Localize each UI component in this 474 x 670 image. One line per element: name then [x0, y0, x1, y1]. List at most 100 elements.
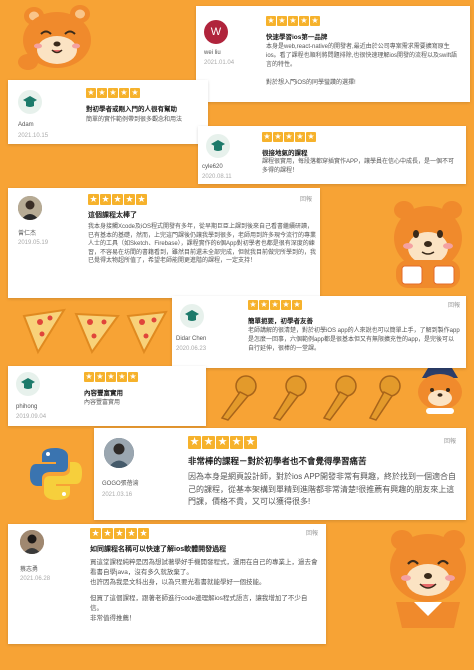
star-icon: ★: [284, 132, 294, 142]
star-rating: ★ ★ ★ ★ ★: [188, 436, 257, 449]
review-card: 蔡志勇 2021.06.28 回報 ★ ★ ★ ★ ★ 如同課程名稱可以快速了解ios軟…: [8, 524, 326, 644]
star-icon: ★: [90, 528, 101, 539]
reviewer-name: 蔡志勇: [20, 567, 39, 573]
star-icon: ★: [86, 88, 96, 98]
review-title: 非常棒的課程－對於初學者也不會覺得學習痛苦: [188, 456, 367, 466]
reviewer-name: cyle620: [202, 164, 223, 170]
avatar: [18, 196, 42, 220]
star-icon: ★: [288, 16, 298, 26]
person-photo-icon: [20, 530, 44, 554]
review-body: 課程很實用，每段落都穿插實作APP，讓學員在信心中成長，是一個不可多得的課程！: [262, 159, 455, 174]
reviewer-name: Adam: [18, 122, 34, 128]
star-icon: ★: [295, 132, 305, 142]
star-icon: ★: [106, 372, 116, 382]
review-date: 2021.10.15: [18, 133, 49, 139]
avatar: W: [204, 20, 228, 44]
review-date: 2021.03.16: [102, 492, 133, 498]
star-icon: ★: [136, 194, 147, 205]
star-icon: ★: [97, 88, 107, 98]
star-icon: ★: [130, 88, 140, 98]
review-title: 如同課程名稱可以快速了解ios軟體開發過程: [90, 546, 227, 553]
reviewer-name: GOGO張蓓渝: [102, 481, 139, 487]
reviewer-name: Didar Chen: [176, 336, 207, 342]
star-icon: ★: [230, 436, 243, 449]
star-rating: ★ ★ ★ ★ ★: [90, 528, 149, 539]
avatar: [20, 530, 44, 554]
review-title: 很接地氣的課程: [262, 150, 308, 157]
bear-peeking-illustration: [18, 5, 91, 70]
review-card: Adam 2021.10.15 ★ ★ ★ ★ ★ 對初學者或剛入門的人很有幫助 簡單的…: [8, 80, 208, 144]
star-icon: ★: [117, 372, 127, 382]
star-rating: ★ ★ ★ ★ ★: [86, 88, 140, 98]
star-icon: ★: [277, 16, 287, 26]
star-icon: ★: [299, 16, 309, 26]
bear-with-cap-illustration: [418, 368, 462, 414]
review-card: Didar Chen 2020.06.23 回報 ★ ★ ★ ★ ★ 簡單扼要，初學者友…: [172, 296, 466, 368]
bear-happy-illustration: [390, 530, 466, 628]
star-icon: ★: [102, 528, 113, 539]
star-icon: ★: [88, 194, 99, 205]
star-icon: ★: [112, 194, 123, 205]
review-title: 這個課程太棒了: [88, 212, 137, 219]
review-body: 本身是web,react-native的開發者,最近由於公司專案需求需要擴寫原生…: [266, 44, 458, 86]
report-link[interactable]: 回報: [300, 194, 312, 203]
star-icon: ★: [202, 436, 215, 449]
bear-hugging-illustration: [394, 201, 462, 288]
star-icon: ★: [292, 300, 302, 310]
review-date: 2020.06.23: [176, 346, 207, 352]
star-icon: ★: [188, 436, 201, 449]
review-card: cyle620 2020.08.11 ★ ★ ★ ★ ★ 很接地氣的課程 課程很實用，每…: [198, 126, 466, 184]
star-icon: ★: [310, 16, 320, 26]
report-link[interactable]: 回報: [448, 300, 460, 309]
review-body: 買這堂課程純粹是因為想試著學好手機開發程式，運用在自己的專業上，過去會看書自學j…: [90, 559, 318, 622]
review-body: 內容豐富實用: [84, 400, 121, 406]
review-card: 曾仁杰 2019.05.19 回報 ★ ★ ★ ★ ★ 這個課程太棒了 我本身接觸Xco…: [8, 188, 320, 298]
pizza-slices-illustration: [22, 308, 168, 355]
star-icon: ★: [270, 300, 280, 310]
review-card: W wei liu 2021.01.04 ★ ★ ★ ★ ★ 快速學習ios第一品牌 本…: [196, 6, 470, 102]
python-logo-icon: [30, 448, 82, 500]
star-icon: ★: [216, 436, 229, 449]
avatar: [206, 134, 230, 158]
report-link[interactable]: 回報: [306, 528, 318, 537]
review-body: 簡單的實作範例帶到很多觀念和用法: [86, 117, 183, 123]
report-link[interactable]: 回報: [444, 436, 456, 445]
graduation-cap-icon: [21, 378, 35, 389]
review-date: 2019.09.04: [16, 414, 47, 420]
review-title: 快速學習ios第一品牌: [266, 34, 328, 41]
star-icon: ★: [248, 300, 258, 310]
review-card: GOGO張蓓渝 2021.03.16 回報 ★ ★ ★ ★ ★ 非常棒的課程－對於初學者…: [94, 428, 466, 520]
person-photo-icon: [18, 196, 42, 220]
star-icon: ★: [262, 132, 272, 142]
star-rating: ★ ★ ★ ★ ★: [84, 372, 138, 382]
star-rating: ★ ★ ★ ★ ★: [266, 16, 320, 26]
star-icon: ★: [306, 132, 316, 142]
review-title: 內容豐富實用: [84, 390, 123, 397]
reviewer-name: wei liu: [204, 50, 221, 56]
star-icon: ★: [119, 88, 129, 98]
star-icon: ★: [126, 528, 137, 539]
review-body: 因為本身是網頁設計師，對於ios APP開發非常有興趣，終於找到一個適合自己的課…: [188, 472, 457, 506]
avatar: [16, 372, 40, 396]
star-icon: ★: [95, 372, 105, 382]
star-icon: ★: [244, 436, 257, 449]
review-body: 老師講解的很清楚，對於初學iOS app的人來說也可以簡單上手，了解到製作app…: [248, 328, 460, 352]
star-icon: ★: [124, 194, 135, 205]
star-icon: ★: [266, 16, 276, 26]
star-icon: ★: [259, 300, 269, 310]
review-date: 2021.01.04: [204, 60, 235, 66]
star-rating: ★ ★ ★ ★ ★: [262, 132, 316, 142]
star-icon: ★: [100, 194, 111, 205]
star-icon: ★: [138, 528, 149, 539]
review-title: 簡單扼要，初學者友善: [248, 318, 313, 325]
reviewer-name: phihong: [16, 404, 38, 410]
review-card: phihong 2019.09.04 ★ ★ ★ ★ ★ 內容豐富實用 內容豐富實用: [8, 366, 206, 426]
star-icon: ★: [114, 528, 125, 539]
star-icon: ★: [128, 372, 138, 382]
review-title: 對初學者或剛入門的人很有幫助: [86, 106, 177, 113]
graduation-cap-icon: [211, 140, 225, 151]
person-photo-icon: [104, 438, 134, 468]
graduation-cap-icon: [185, 310, 199, 321]
avatar: [180, 304, 204, 328]
star-icon: ★: [108, 88, 118, 98]
